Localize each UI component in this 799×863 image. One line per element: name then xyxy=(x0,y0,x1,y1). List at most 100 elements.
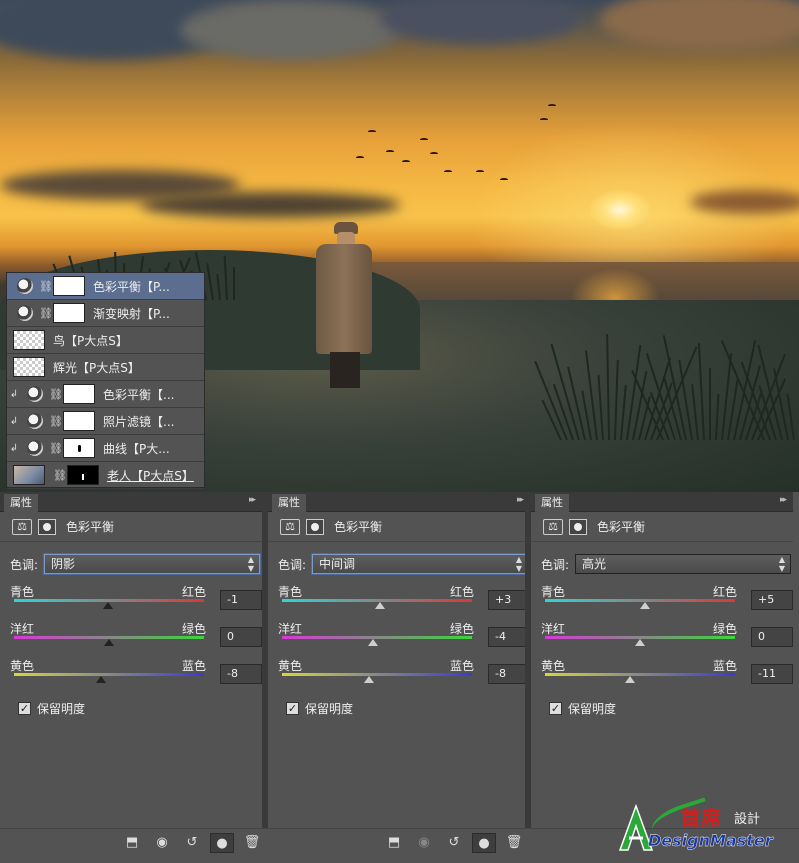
checkbox-checked-icon[interactable]: ✓ xyxy=(549,701,562,715)
slider-left-label: 青色 xyxy=(278,585,303,599)
grass-blade xyxy=(620,385,627,441)
slider-value-field[interactable]: -1 xyxy=(220,590,262,610)
clip-arrow-icon: ↲ xyxy=(9,442,19,454)
link-icon[interactable]: ⛓ xyxy=(53,469,67,482)
layer-thumbnail[interactable] xyxy=(13,465,45,485)
reset-icon[interactable]: ↺ xyxy=(442,833,466,853)
reset-icon[interactable]: ↺ xyxy=(180,833,204,853)
layer-thumbnail[interactable] xyxy=(53,276,85,296)
view-previous-icon[interactable]: ◉ xyxy=(412,833,436,853)
slider-value-field[interactable]: 0 xyxy=(220,627,262,647)
slider-track[interactable] xyxy=(14,673,204,676)
slider-track[interactable] xyxy=(282,673,472,676)
tone-select[interactable]: 高光 ▲ ▼ xyxy=(575,554,791,574)
checkbox-checked-icon[interactable]: ✓ xyxy=(18,701,31,715)
preserve-luminosity[interactable]: ✓ 保留明度 xyxy=(268,693,530,723)
link-icon[interactable]: ⛓ xyxy=(49,442,63,455)
tone-row: 色调: 阴影 ▲ ▼ xyxy=(0,548,262,580)
slider-right-label: 绿色 xyxy=(713,622,738,636)
panel-tabbar: 属性 ▸▸ xyxy=(531,492,793,512)
trash-icon[interactable]: 🗑 xyxy=(502,833,526,853)
slider-knob[interactable] xyxy=(96,676,106,683)
slider-knob[interactable] xyxy=(640,602,650,609)
layer-thumbnail[interactable] xyxy=(13,357,45,377)
link-icon[interactable]: ⛓ xyxy=(39,280,53,293)
clip-to-layer-icon[interactable]: ⬒ xyxy=(120,833,144,853)
mask-icon[interactable] xyxy=(569,518,587,535)
slider-value-field[interactable]: +5 xyxy=(751,590,793,610)
slider-track[interactable] xyxy=(545,673,735,676)
bird xyxy=(402,160,410,163)
grass-blade xyxy=(606,333,610,441)
layer-row[interactable]: ↲ ⛓ 照片滤镜【... xyxy=(7,408,204,435)
panel-divider[interactable] xyxy=(525,492,531,832)
slider-knob[interactable] xyxy=(364,676,374,683)
slider-right-label: 蓝色 xyxy=(450,659,475,673)
layer-thumbnail[interactable] xyxy=(13,330,45,350)
clip-to-layer-icon[interactable]: ⬒ xyxy=(382,833,406,853)
tab-properties[interactable]: 属性 xyxy=(4,494,38,512)
panel-divider[interactable] xyxy=(262,492,268,832)
designmaster-logo: 首席 設計 DesignMaster xyxy=(618,797,796,856)
checkbox-checked-icon[interactable]: ✓ xyxy=(286,701,299,715)
adjustment-icon xyxy=(27,386,43,402)
link-icon[interactable]: ⛓ xyxy=(49,388,63,401)
layer-mask-thumbnail[interactable] xyxy=(67,465,99,485)
mask-icon[interactable] xyxy=(38,518,56,535)
slider-magenta-green: 洋红 绿色 -4 xyxy=(268,617,530,654)
properties-panel: 属性 ▸▸ ⚖ 色彩平衡 色调: 中间调 ▲ ▼ 青色 红色 +3 洋红 绿色 -4 黄色 蓝色 -8 ✓ 保留明度 xyxy=(268,492,530,832)
link-icon[interactable]: ⛓ xyxy=(39,307,53,320)
link-icon[interactable]: ⛓ xyxy=(49,415,63,428)
preserve-luminosity[interactable]: ✓ 保留明度 xyxy=(531,693,793,723)
view-previous-icon[interactable]: ◉ xyxy=(150,833,174,853)
slider-value-field[interactable]: -11 xyxy=(751,664,793,684)
panel-collapse-icon[interactable]: ▸▸ xyxy=(517,495,524,505)
chevron-updown-icon: ▲ ▼ xyxy=(778,555,785,573)
slider-knob[interactable] xyxy=(375,602,385,609)
layer-thumbnail[interactable] xyxy=(53,303,85,323)
tone-value: 高光 xyxy=(582,557,607,571)
trash-icon[interactable]: 🗑 xyxy=(240,833,264,853)
layer-row[interactable]: ↲ ⛓ 色彩平衡【... xyxy=(7,381,204,408)
layer-row[interactable]: ⛓ 老人【P大点S】 xyxy=(7,462,204,489)
slider-knob[interactable] xyxy=(635,639,645,646)
tone-select[interactable]: 阴影 ▲ ▼ xyxy=(44,554,260,574)
layer-row[interactable]: ⛓ 渐变映射【P... xyxy=(7,300,204,327)
bird xyxy=(476,170,484,173)
panel-collapse-icon[interactable]: ▸▸ xyxy=(249,495,256,505)
layer-row[interactable]: ⛓ 色彩平衡【P... xyxy=(7,273,204,300)
slider-value-field[interactable]: -8 xyxy=(488,664,530,684)
layer-row[interactable]: ↲ ⛓ 曲线【P大... xyxy=(7,435,204,462)
layer-thumbnail[interactable] xyxy=(63,438,95,458)
layer-row[interactable]: 辉光【P大点S】 xyxy=(7,354,204,381)
layer-row[interactable]: 鸟【P大点S】 xyxy=(7,327,204,354)
layer-thumbnail[interactable] xyxy=(63,411,95,431)
tab-properties[interactable]: 属性 xyxy=(272,494,306,512)
slider-knob[interactable] xyxy=(103,602,113,609)
visibility-eye-icon[interactable]: ● xyxy=(210,833,234,853)
slider-value-field[interactable]: +3 xyxy=(488,590,530,610)
panel-collapse-icon[interactable]: ▸▸ xyxy=(780,495,787,505)
slider-value-field[interactable]: -8 xyxy=(220,664,262,684)
preserve-label: 保留明度 xyxy=(37,701,86,716)
tone-select[interactable]: 中间调 ▲ ▼ xyxy=(312,554,528,574)
tab-properties[interactable]: 属性 xyxy=(535,494,569,512)
slider-knob[interactable] xyxy=(625,676,635,683)
preserve-label: 保留明度 xyxy=(568,701,617,716)
slider-cyan-red: 青色 红色 +3 xyxy=(268,580,530,617)
panel-header: ⚖ 色彩平衡 xyxy=(531,512,793,542)
layer-thumbnail[interactable] xyxy=(63,384,95,404)
slider-knob[interactable] xyxy=(368,639,378,646)
panel-title: 色彩平衡 xyxy=(66,520,115,534)
visibility-eye-icon[interactable]: ● xyxy=(472,833,496,853)
clip-arrow-icon: ↲ xyxy=(9,415,19,427)
panel-title: 色彩平衡 xyxy=(334,520,383,534)
slider-value-field[interactable]: 0 xyxy=(751,627,793,647)
layer-name: 老人【P大点S】 xyxy=(107,468,194,483)
trench-coat xyxy=(316,244,372,354)
grass-blade xyxy=(233,267,235,300)
mask-icon[interactable] xyxy=(306,518,324,535)
slider-value-field[interactable]: -4 xyxy=(488,627,530,647)
preserve-luminosity[interactable]: ✓ 保留明度 xyxy=(0,693,262,723)
slider-knob[interactable] xyxy=(104,639,114,646)
